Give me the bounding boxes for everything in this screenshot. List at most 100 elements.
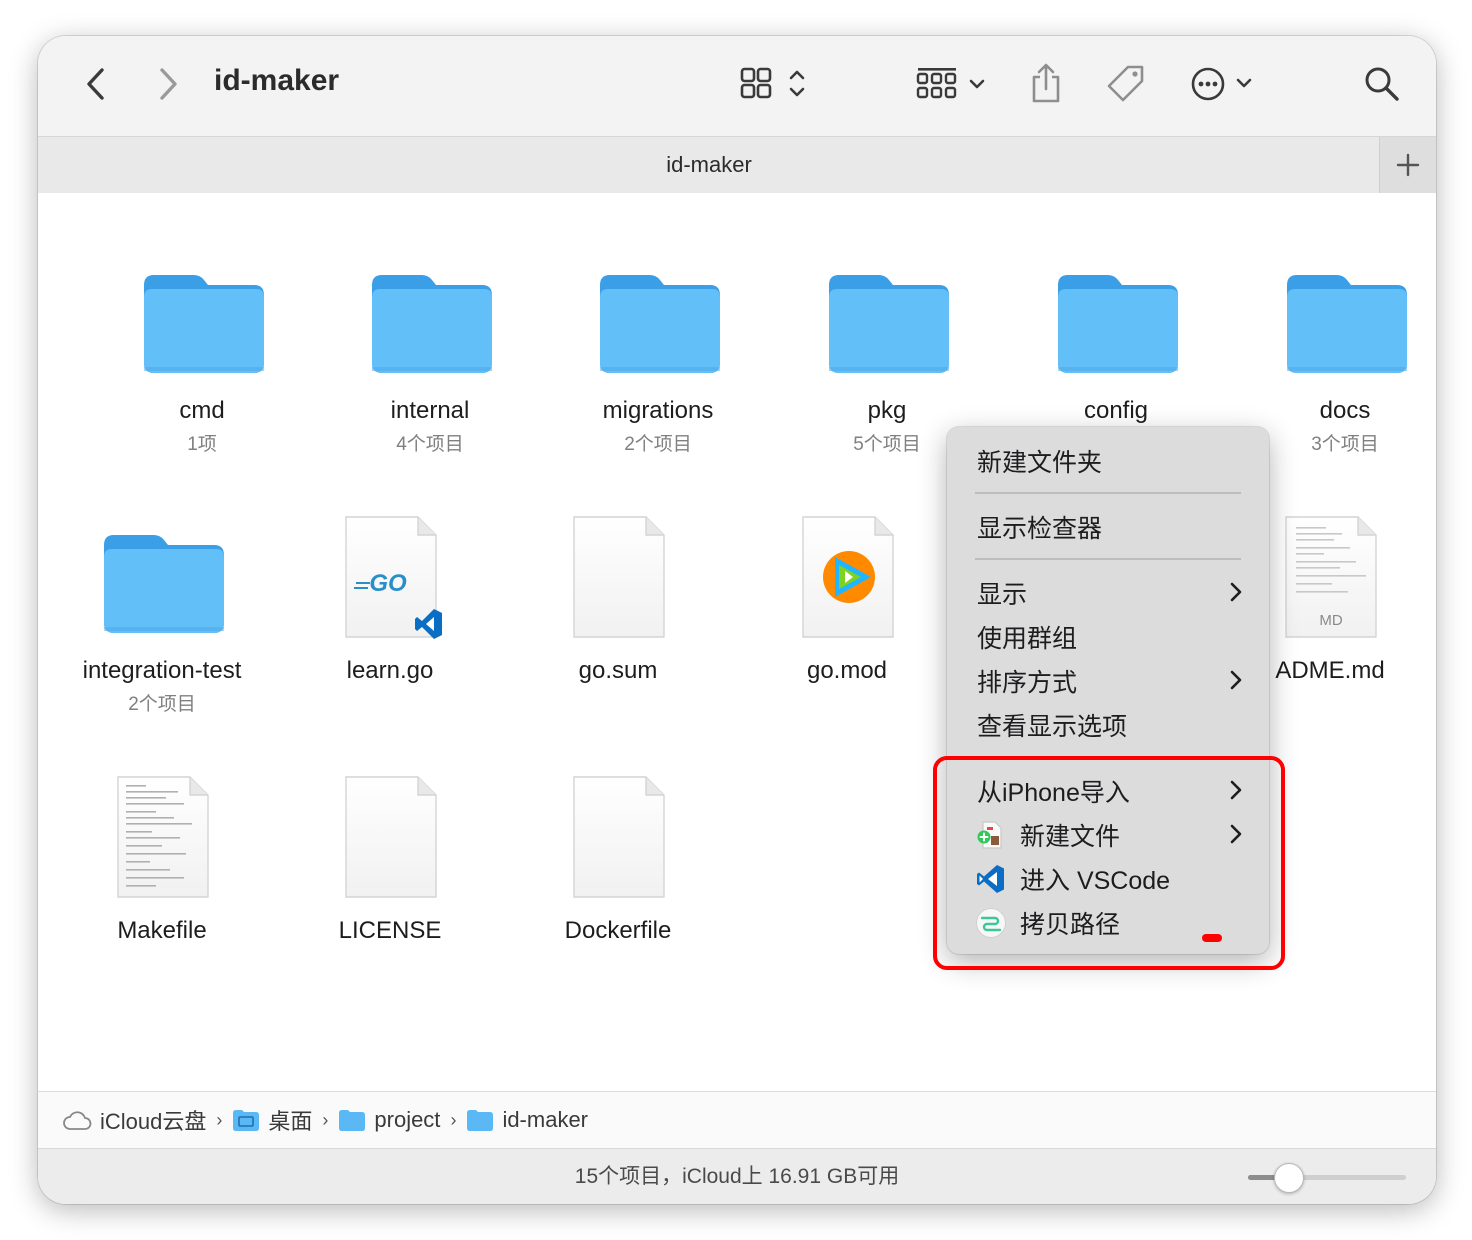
chevron-right-icon <box>1230 582 1242 602</box>
blank-file-icon <box>518 513 718 643</box>
folder-item[interactable]: migrations 2个项目 <box>558 253 758 456</box>
text-file-icon <box>62 773 262 903</box>
chevron-right-icon <box>1230 670 1242 690</box>
item-name: go.sum <box>578 657 658 684</box>
toolbar: id-maker <box>38 36 1436 136</box>
grid-view-icon <box>740 67 805 99</box>
item-name: go.mod <box>806 657 888 684</box>
share-icon <box>1032 63 1060 103</box>
menu-item-use-groups[interactable]: 使用群组 <box>947 615 1269 659</box>
file-item[interactable]: go.mod <box>747 513 947 685</box>
item-name: migrations <box>602 397 714 424</box>
tab-id-maker[interactable]: id-maker <box>38 137 1380 193</box>
blank-file-icon <box>518 773 718 903</box>
file-item[interactable]: LICENSE <box>290 773 490 945</box>
slider-knob[interactable] <box>1273 1163 1304 1193</box>
item-name: Dockerfile <box>564 917 672 944</box>
more-icon <box>1191 67 1252 101</box>
search-icon <box>1365 67 1399 101</box>
new-tab-button[interactable] <box>1379 137 1436 193</box>
folder-icon <box>1016 253 1216 383</box>
item-name: config <box>1083 397 1149 424</box>
chevron-right-icon: › <box>450 1109 457 1130</box>
file-item[interactable]: Makefile <box>62 773 262 945</box>
status-text: 15个项目，iCloud上 16.91 GB可用 <box>574 1165 900 1188</box>
file-item[interactable]: Dockerfile <box>518 773 718 945</box>
menu-item-show[interactable]: 显示 <box>947 571 1269 615</box>
folder-item[interactable]: internal 4个项目 <box>330 253 530 456</box>
tag-icon <box>1107 65 1144 102</box>
crumb-icloud[interactable]: iCloud云盘 <box>62 1104 206 1136</box>
cursor-marker <box>1202 934 1222 942</box>
menu-separator <box>975 492 1241 494</box>
chevron-left-icon <box>87 68 104 100</box>
item-count: 4个项目 <box>396 434 464 455</box>
crumb-desktop[interactable]: 桌面 <box>232 1104 312 1136</box>
folder-icon <box>467 1110 494 1131</box>
item-count: 2个项目 <box>624 434 692 455</box>
menu-item-new-folder[interactable]: 新建文件夹 <box>947 439 1269 483</box>
menu-item-sort-by[interactable]: 排序方式 <box>947 659 1269 703</box>
highlight-box <box>933 756 1285 970</box>
plus-icon <box>1396 153 1420 177</box>
forward-button[interactable] <box>148 64 188 104</box>
item-name: pkg <box>867 397 907 424</box>
menu-item-view-options[interactable]: 查看显示选项 <box>947 703 1269 747</box>
folder-icon <box>62 513 262 643</box>
menu-item-label: 显示 <box>977 581 1028 609</box>
go-file-icon: GO <box>290 513 490 643</box>
item-count: 1项 <box>187 434 217 455</box>
folder-item[interactable]: integration-test 2个项目 <box>62 513 262 716</box>
item-name: docs <box>1319 397 1371 424</box>
crumb-project[interactable]: project <box>338 1107 440 1133</box>
crumb-id-maker[interactable]: id-maker <box>466 1107 588 1133</box>
folder-icon <box>1245 253 1436 383</box>
folder-item[interactable]: cmd 1项 <box>102 253 302 456</box>
share-button[interactable] <box>1026 60 1066 106</box>
cloud-icon <box>63 1111 92 1130</box>
search-button[interactable] <box>1362 64 1402 104</box>
menu-separator <box>975 558 1241 560</box>
icon-size-slider[interactable] <box>1248 1163 1406 1193</box>
more-actions-button[interactable] <box>1190 64 1256 104</box>
folder-icon <box>558 253 758 383</box>
item-name: LICENSE <box>338 917 442 944</box>
crumb-label: id-maker <box>502 1107 589 1132</box>
md-badge-text: MD <box>1319 612 1342 629</box>
crumb-label: iCloud云盘 <box>100 1109 207 1134</box>
folder-item[interactable]: config2个项目 <box>1016 253 1216 456</box>
item-name: Makefile <box>117 917 207 944</box>
chevron-right-icon <box>160 68 177 100</box>
group-button[interactable] <box>914 64 992 104</box>
menu-item-label: 新建文件夹 <box>977 449 1103 477</box>
file-item[interactable]: go.sum <box>518 513 718 685</box>
crumb-label: project <box>374 1107 441 1132</box>
folder-icon <box>339 1110 366 1131</box>
group-icon <box>916 68 985 99</box>
status-bar: 15个项目，iCloud上 16.91 GB可用 <box>38 1148 1436 1204</box>
file-item[interactable]: GO learn.go <box>290 513 490 685</box>
crumb-label: 桌面 <box>268 1109 313 1134</box>
folder-icon <box>330 253 530 383</box>
tag-button[interactable] <box>1104 64 1148 104</box>
folder-item[interactable]: docs 3个项目 <box>1245 253 1436 456</box>
menu-item-label: 显示检查器 <box>977 515 1103 543</box>
folder-item[interactable]: pkg 5个项目 <box>787 253 987 456</box>
item-name: cmd <box>179 397 225 424</box>
window-title: id-maker <box>214 64 340 97</box>
video-file-icon <box>747 513 947 643</box>
back-button[interactable] <box>76 64 116 104</box>
chevron-right-icon: › <box>322 1109 329 1130</box>
menu-item-show-inspector[interactable]: 显示检查器 <box>947 505 1269 549</box>
tab-bar: id-maker <box>38 136 1436 194</box>
desktop-folder-icon <box>233 1110 260 1131</box>
view-mode-button[interactable] <box>738 64 810 104</box>
item-name: learn.go <box>346 657 434 684</box>
item-name: integration-test <box>82 657 242 684</box>
folder-icon <box>102 253 302 383</box>
menu-item-label: 使用群组 <box>977 625 1078 653</box>
menu-item-label: 排序方式 <box>977 669 1078 697</box>
svg-text:GO: GO <box>369 570 407 597</box>
item-count: 3个项目 <box>1311 434 1379 455</box>
item-name: internal <box>390 397 470 424</box>
